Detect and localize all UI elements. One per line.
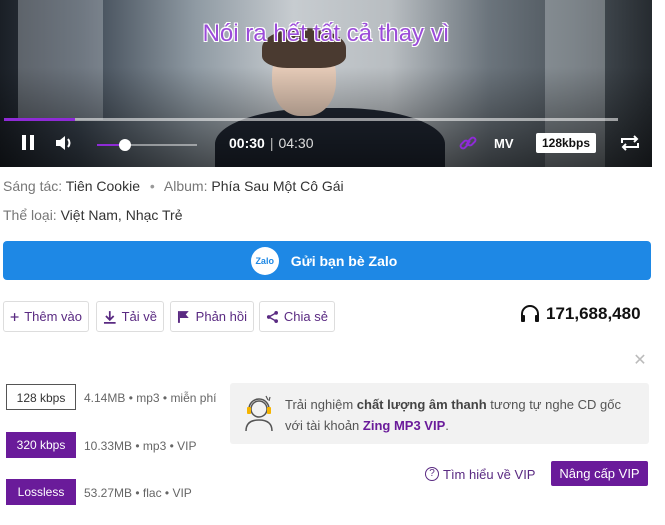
volume-knob[interactable] <box>119 139 131 151</box>
feedback-button[interactable]: Phản hồi <box>170 301 254 332</box>
pause-button[interactable] <box>20 134 38 152</box>
progress-fill <box>4 118 75 121</box>
genre-link[interactable]: Việt Nam <box>61 207 118 223</box>
download-button[interactable]: Tải về <box>96 301 164 332</box>
quality-lossless-info: 53.27MB • flac • VIP <box>84 486 192 500</box>
zalo-share-button[interactable]: Zalo Gửi bạn bè Zalo <box>3 241 651 280</box>
current-time: 00:30 <box>229 135 265 151</box>
song-meta-row: Sáng tác: Tiên Cookie • Album: Phía Sau … <box>3 178 344 194</box>
download-label: Tải về <box>121 309 157 324</box>
volume-slider[interactable] <box>97 139 197 151</box>
quality-320-info: 10.33MB • mp3 • VIP <box>84 439 197 453</box>
download-icon <box>103 310 116 324</box>
learn-vip-label: Tìm hiểu về VIP <box>443 466 536 482</box>
headphone-user-icon <box>242 394 276 432</box>
progress-bar[interactable] <box>4 118 618 121</box>
meta-dot: • <box>149 178 155 194</box>
repeat-icon[interactable] <box>619 134 641 152</box>
composer-link[interactable]: Tiên Cookie <box>66 178 140 194</box>
quality-128-info: 4.14MB • mp3 • miễn phí <box>84 391 216 405</box>
learn-vip-link[interactable]: ? Tìm hiểu về VIP <box>425 465 535 483</box>
promo-brand: Zing MP3 VIP <box>362 418 446 433</box>
volume-icon[interactable] <box>55 134 75 152</box>
headphones-icon <box>521 305 539 322</box>
share-icon <box>266 310 278 323</box>
genre-label: Thể loại: <box>3 207 57 223</box>
genre-link[interactable]: Nhạc Trẻ <box>126 207 183 223</box>
feedback-label: Phản hồi <box>195 309 247 324</box>
promo-text-end: . <box>445 418 449 433</box>
share-button[interactable]: Chia sẻ <box>259 301 335 332</box>
upgrade-vip-button[interactable]: Nâng cấp VIP <box>551 461 648 486</box>
quality-lossless-button[interactable]: Lossless <box>6 479 76 505</box>
promo-text-start: Trải nghiệm <box>285 397 357 412</box>
album-label: Album: <box>163 178 208 194</box>
quality-320-button[interactable]: 320 kbps <box>6 432 76 458</box>
pause-icon-bar-right <box>30 135 34 150</box>
mv-button[interactable]: MV <box>494 136 514 151</box>
duration: 04:30 <box>278 135 314 151</box>
promo-text-bold: chất lượng âm thanh <box>356 397 487 412</box>
add-to-label: Thêm vào <box>24 309 82 324</box>
genre-row: Thể loại: Việt Nam, Nhạc Trẻ <box>3 207 183 223</box>
composer-label: Sáng tác: <box>3 178 63 194</box>
flag-icon <box>177 310 189 323</box>
listen-count: 171,688,480 <box>520 303 641 325</box>
vip-promo-text: Trải nghiệm chất lượng âm thanh tương tự… <box>285 394 640 436</box>
close-icon[interactable]: ✕ <box>633 353 647 369</box>
link-icon[interactable] <box>459 134 477 152</box>
zalo-share-label: Gửi bạn bè Zalo <box>290 252 398 269</box>
quality-button[interactable]: 128kbps <box>536 133 596 153</box>
help-icon: ? <box>425 467 439 481</box>
album-link[interactable]: Phía Sau Một Cô Gái <box>211 178 343 194</box>
add-to-button[interactable]: Thêm vào <box>3 301 89 332</box>
zalo-logo-icon: Zalo <box>250 246 279 275</box>
time-separator: | <box>269 135 274 151</box>
share-label: Chia sẻ <box>283 309 328 324</box>
quality-128-button[interactable]: 128 kbps <box>6 384 76 410</box>
video-player[interactable]: Nói ra hết tất cả thay vì 00:30 | 04:30 MV… <box>0 0 652 167</box>
pause-icon-bar-left <box>22 135 26 150</box>
time-display: 00:30 | 04:30 <box>229 135 314 151</box>
plus-icon <box>10 312 19 321</box>
vip-promo-box: Trải nghiệm chất lượng âm thanh tương tự… <box>230 383 649 444</box>
genre-separator: , <box>117 207 122 223</box>
listen-count-value: 171,688,480 <box>546 304 641 323</box>
lyric-line: Nói ra hết tất cả thay vì <box>202 20 450 47</box>
